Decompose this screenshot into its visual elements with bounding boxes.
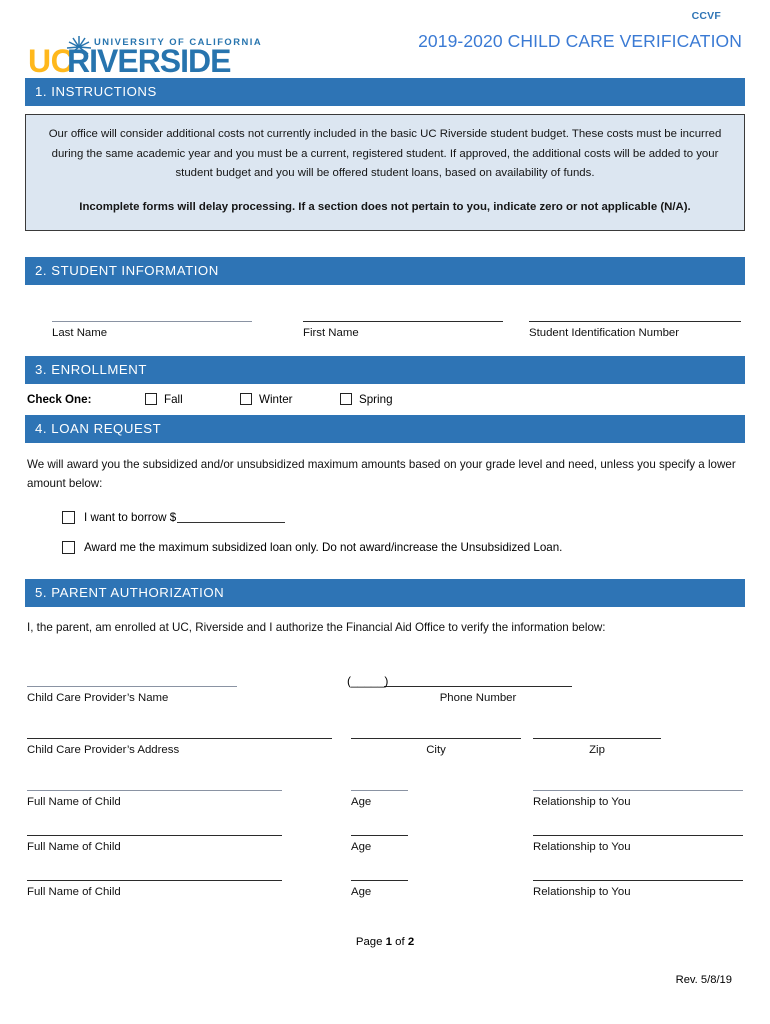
last-name-label: Last Name	[52, 326, 108, 339]
child-1-age-field[interactable]: Age	[351, 789, 408, 808]
child-3-name-field[interactable]: Full Name of Child	[27, 879, 282, 898]
form-code: CCVF	[691, 10, 721, 22]
instructions-box: Our office will consider additional cost…	[25, 114, 745, 231]
uc-riverside-logo-svg: UC RIVERSIDE UNIVERSITY OF CALIFORNIA	[28, 36, 262, 79]
loan-option-borrow[interactable]: I want to borrow $	[62, 510, 745, 524]
checkbox-option-winter[interactable]: Winter	[240, 393, 340, 406]
checkbox-winter-icon[interactable]	[240, 393, 252, 406]
section-bar-parent-authorization: 5. PARENT AUTHORIZATION	[25, 578, 745, 607]
child-2-age-field[interactable]: Age	[351, 834, 408, 853]
loan-max-subsidized-label: Award me the maximum subsidized loan onl…	[84, 540, 563, 554]
child-3-relationship-field[interactable]: Relationship to You	[533, 879, 743, 898]
page-title: 2019-2020 CHILD CARE VERIFICATION	[418, 31, 742, 51]
student-information-fields: Last Name First Name Student Identificat…	[25, 320, 745, 339]
first-name-label: First Name	[303, 326, 359, 339]
loan-option-max-subsidized[interactable]: Award me the maximum subsidized loan onl…	[62, 540, 745, 554]
child-3-name-label: Full Name of Child	[27, 885, 121, 898]
section-bar-instructions: 1. INSTRUCTIONS	[25, 78, 745, 107]
loan-borrow-label: I want to borrow $	[84, 510, 177, 524]
child-2-relationship-field[interactable]: Relationship to You	[533, 834, 743, 853]
enrollment-checkboxes: Check One: Fall Winter Spring	[25, 384, 745, 415]
checkbox-fall-label: Fall	[164, 392, 183, 406]
provider-name-label: Child Care Provider’s Name	[27, 691, 169, 704]
child-row-1: Full Name of Child Age Relationship to Y…	[25, 789, 745, 808]
child-3-age-field[interactable]: Age	[351, 879, 408, 898]
uc-riverside-logo: UC RIVERSIDE UNIVERSITY OF CALIFORNIA	[28, 32, 268, 79]
city-label: City	[426, 743, 446, 756]
child-row-3: Full Name of Child Age Relationship to Y…	[25, 879, 745, 898]
first-name-field[interactable]: First Name	[303, 320, 503, 339]
instructions-paragraph: Our office will consider additional cost…	[48, 128, 722, 180]
student-id-label: Student Identification Number	[529, 326, 680, 339]
checkbox-spring-label: Spring	[359, 392, 393, 406]
section-bar-loan-request: 4. LOAN REQUEST	[25, 414, 745, 444]
child-2-relationship-label: Relationship to You	[533, 840, 631, 853]
child-1-relationship-field[interactable]: Relationship to You	[533, 789, 743, 808]
provider-address-fields: Child Care Provider’s Address City Zip	[25, 737, 745, 756]
checkbox-max-subsidized-icon[interactable]	[62, 540, 75, 554]
page-number-total: 2	[407, 935, 415, 948]
page-number-prefix: Page	[355, 935, 386, 948]
section-bar-student-information: 2. STUDENT INFORMATION	[25, 256, 745, 285]
checkbox-winter-label: Winter	[259, 392, 293, 406]
parent-authorization-statement: I, the parent, am enrolled at UC, Rivers…	[27, 620, 606, 634]
student-id-field[interactable]: Student Identification Number	[529, 320, 741, 339]
provider-address-label: Child Care Provider’s Address	[27, 743, 180, 756]
phone-number-field[interactable]: (_____) Phone Number	[347, 674, 572, 704]
page-header: UC RIVERSIDE UNIVERSITY OF CALIFORNIA CC…	[25, 0, 745, 79]
child-row-2: Full Name of Child Age Relationship to Y…	[25, 834, 745, 853]
zip-label: Zip	[589, 743, 605, 756]
child-2-name-label: Full Name of Child	[27, 840, 121, 853]
zip-field[interactable]: Zip	[533, 737, 661, 756]
borrow-amount-input-line[interactable]	[177, 511, 286, 524]
checkbox-borrow-icon[interactable]	[62, 510, 75, 524]
last-name-field[interactable]: Last Name	[52, 320, 252, 339]
child-2-age-label: Age	[351, 840, 372, 853]
checkbox-option-spring[interactable]: Spring	[340, 393, 393, 406]
loan-request-intro: We will award you the subsidized and/or …	[27, 458, 736, 490]
checkbox-spring-icon[interactable]	[340, 393, 352, 406]
child-1-name-field[interactable]: Full Name of Child	[27, 789, 282, 808]
page-number: Page 1 of 2	[25, 936, 745, 948]
child-3-relationship-label: Relationship to You	[533, 885, 631, 898]
provider-name-field[interactable]: Child Care Provider’s Name	[27, 685, 237, 704]
page-number-middle: of	[391, 935, 408, 948]
form-page: UC RIVERSIDE UNIVERSITY OF CALIFORNIA CC…	[0, 0, 770, 1024]
phone-number-label: Phone Number	[439, 691, 517, 704]
section-bar-enrollment: 3. ENROLLMENT	[25, 355, 745, 384]
provider-address-field[interactable]: Child Care Provider’s Address	[27, 737, 332, 756]
city-field[interactable]: City	[351, 737, 521, 756]
child-3-age-label: Age	[351, 885, 372, 898]
phone-area-code-prefix[interactable]: (_____)	[347, 674, 388, 688]
child-1-age-label: Age	[351, 795, 372, 808]
instructions-bold-note: Incomplete forms will delay processing. …	[79, 201, 691, 213]
logo-tagline: UNIVERSITY OF CALIFORNIA	[94, 36, 262, 47]
checkbox-option-fall[interactable]: Fall	[145, 393, 240, 406]
child-1-name-label: Full Name of Child	[27, 795, 121, 808]
revision-date: Rev. 5/8/19	[675, 973, 732, 986]
checkbox-fall-icon[interactable]	[145, 393, 157, 406]
provider-contact-fields: Child Care Provider’s Name (_____) Phone…	[25, 674, 745, 704]
child-2-name-field[interactable]: Full Name of Child	[27, 834, 282, 853]
logo-riverside-text: RIVERSIDE	[67, 43, 231, 78]
check-one-label: Check One:	[27, 392, 92, 406]
child-1-relationship-label: Relationship to You	[533, 795, 631, 808]
